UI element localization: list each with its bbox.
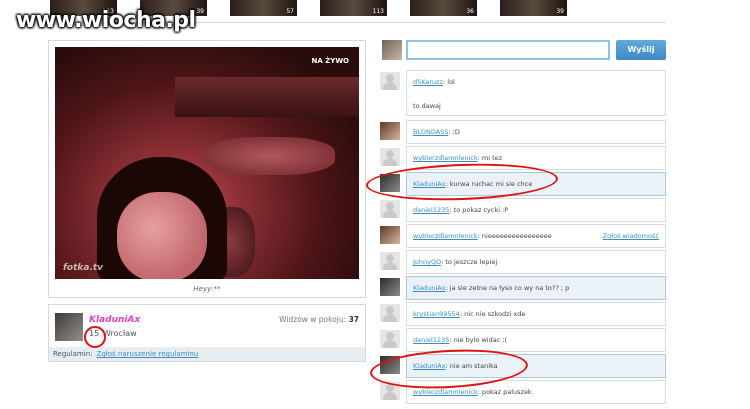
message-username[interactable]: wyblerzdlamnlenick [413,154,478,162]
thumbnail-count: 39 [196,8,204,15]
chat-message: KladuniAx: ja sie zetne na łyso co wy na… [380,276,666,300]
thumbnail[interactable]: 36 [410,0,477,16]
video-panel: NA ŻYWO fotka.tv Heyy:** [48,40,366,298]
send-button[interactable]: Wyślij [616,40,666,60]
avatar[interactable] [380,226,400,244]
thumbnail[interactable]: 113 [320,0,387,16]
live-video[interactable]: NA ŻYWO fotka.tv [55,47,359,279]
user-city: Wrocław [103,329,137,338]
chat-message-input[interactable] [406,40,610,60]
thumbnail-count: 57 [286,8,294,15]
avatar[interactable] [380,330,400,348]
chat-message: krystian99554: nic nie szkodzi xde [380,302,666,326]
rules-bar: Regulamin: Zgłoś naruszenie regulaminu [49,347,365,361]
thumbnail-count: 113 [372,8,384,15]
avatar[interactable] [55,313,83,341]
message-bubble: wyblerzdlamnlenick: nieeeeeeeeeeeeeeee Zg… [406,224,666,248]
message-username[interactable]: wyblerzdlamnlenick [413,388,478,396]
live-badge: NA ŻYWO [311,57,349,65]
message-bubble: krystian99554: nic nie szkodzi xde [406,302,666,326]
thumbnail[interactable]: 39 [500,0,567,16]
thumbnail[interactable]: 57 [230,0,297,16]
chat-message: BLONDASS: ;D [380,120,666,144]
avatar[interactable] [380,200,400,218]
message-bubble: KladuniAx: ja sie zetne na łyso co wy na… [406,276,666,300]
chat-message: wyblerzdlamnlenick: mi tez [380,146,666,170]
avatar[interactable] [380,122,400,140]
chat-message: daniel1235: nie bylo widac ;( [380,328,666,352]
avatar[interactable] [380,72,400,90]
annotation-circle [84,326,106,348]
avatar[interactable] [380,148,400,166]
chat-message: daniel1235: to pokaz cycki :P [380,198,666,222]
message-bubble: daniel1235: to pokaz cycki :P [406,198,666,222]
message-text: ja sie zetne na łyso co wy na to?? ; p [449,284,570,292]
message-bubble: dSKaruzz: lol to dawaj [406,70,666,116]
message-username[interactable]: JohnyQD [413,258,441,266]
my-avatar [382,40,402,60]
message-username[interactable]: dSKaruzz [413,78,443,86]
thumbnail-count: 36 [466,8,474,15]
thumbnail-count: 39 [556,8,564,15]
message-text: to dawaj [413,102,441,110]
message-username[interactable]: daniel1235 [413,206,449,214]
avatar[interactable] [380,304,400,322]
message-text: to pokaz cycki :P [453,206,509,214]
chat-message: dSKaruzz: lol to dawaj [380,70,666,116]
message-text: ;D [452,128,460,136]
message-username[interactable]: daniel1235 [413,336,449,344]
report-violation-link[interactable]: Zgłoś naruszenie regulaminu [97,350,199,358]
message-bubble: daniel1235: nie bylo widac ;( [406,328,666,352]
message-username[interactable]: KladuniAx [413,284,446,292]
video-logo: fotka.tv [63,263,104,273]
report-message-link[interactable]: Zgłoś wiadomość [603,230,659,242]
viewers-count: Widzów w pokoju: 37 [279,315,359,324]
rules-label: Regulamin: [53,350,93,358]
viewers-label: Widzów w pokoju: [279,315,347,324]
message-text: nic nie szkodzi xde [464,310,526,318]
message-username[interactable]: wyblerzdlamnlenick [413,232,478,240]
avatar[interactable] [380,252,400,270]
video-caption: Heyy:** [193,285,221,293]
chat-message: wyblerzdlamnlenick: nieeeeeeeeeeeeeeee Zg… [380,224,666,248]
message-text: lol [447,78,455,86]
user-name-link[interactable]: KladuniAx [89,315,140,325]
message-text: to jeszcze lepiej [445,258,498,266]
video-background [205,137,335,175]
video-figure [117,192,207,279]
message-text: nie bylo widac ;( [453,336,508,344]
message-bubble: BLONDASS: ;D [406,120,666,144]
message-text: mi tez [481,154,503,162]
message-username[interactable]: krystian99554 [413,310,460,318]
message-text: pokaz paluszek [481,388,532,396]
message-username[interactable]: BLONDASS [413,128,448,136]
message-text: nieeeeeeeeeeeeeeee [481,232,552,240]
avatar[interactable] [380,278,400,296]
watermark-logo: www.wiocha.pl [16,8,196,33]
message-bubble: JohnyQD: to jeszcze lepiej [406,250,666,274]
viewers-number: 37 [348,315,359,324]
chat-message: JohnyQD: to jeszcze lepiej [380,250,666,274]
video-background [175,77,359,117]
